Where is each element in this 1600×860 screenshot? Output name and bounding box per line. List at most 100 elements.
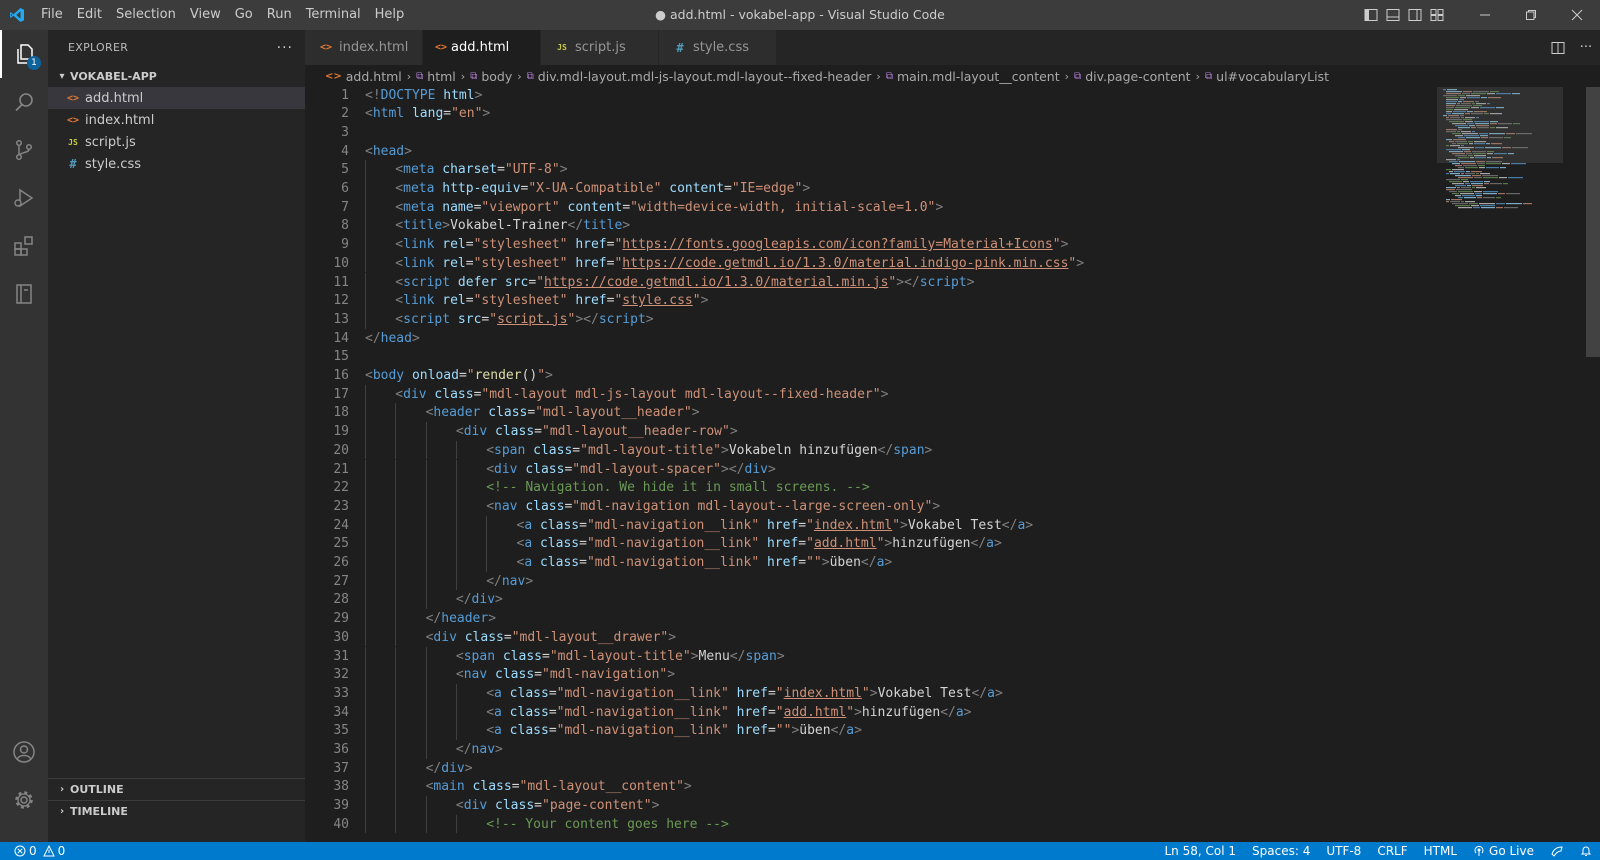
code-line[interactable]: 18 <header class="mdl-layout__header"> (305, 403, 1455, 423)
file-item-script-js[interactable]: JS script.js (48, 131, 305, 153)
customize-layout-icon[interactable] (1426, 0, 1448, 30)
code-line[interactable]: 16 <body onload="render()"> (305, 366, 1455, 385)
breadcrumb-item[interactable]: ⧉ body (470, 69, 512, 84)
code-line[interactable]: 15 (305, 347, 1455, 366)
code-line[interactable]: 13 <script src="script.js"></script> (305, 309, 1455, 329)
code-line[interactable]: 10 <link rel="stylesheet" href="https://c… (305, 253, 1455, 273)
code-line[interactable]: 7 <meta name="viewport" content="width=de… (305, 197, 1455, 217)
breadcrumb-item[interactable]: ⧉ html (416, 69, 456, 84)
code-line[interactable]: 4 <head> (305, 142, 1455, 161)
tab-style-css[interactable]: # style.css (659, 30, 777, 65)
code-line[interactable]: 3 (305, 123, 1455, 142)
code-line[interactable]: 34 <a class="mdl-navigation__link" href="… (305, 702, 1455, 722)
go-live-button[interactable]: Go Live (1465, 842, 1542, 860)
indent-guide (425, 702, 427, 722)
code-line[interactable]: 39 <div class="page-content"> (305, 796, 1455, 815)
code-editor[interactable]: 1 <!DOCTYPE html> 2 <html lang="en"> 3 4 <head… (305, 87, 1600, 842)
more-actions-icon[interactable]: ··· (1572, 30, 1600, 65)
run-debug-icon[interactable] (0, 174, 48, 222)
code-line[interactable]: 40 <!-- Your content goes here --> (305, 814, 1455, 834)
timeline-section[interactable]: › TIMELINE (48, 800, 305, 822)
menu-selection[interactable]: Selection (109, 0, 183, 30)
cursor-position[interactable]: Ln 58, Col 1 (1157, 842, 1245, 860)
breadcrumb-item[interactable]: <> add.html (325, 69, 402, 84)
close-icon[interactable] (1554, 0, 1600, 30)
code-line[interactable]: 14 </head> (305, 329, 1455, 348)
line-ending[interactable]: CRLF (1369, 842, 1415, 860)
code-line[interactable]: 20 <span class="mdl-layout-title">Vokabel… (305, 440, 1455, 460)
scrollbar-thumb[interactable] (1586, 87, 1600, 357)
split-editor-icon[interactable] (1544, 30, 1572, 65)
code-line[interactable]: 1 <!DOCTYPE html> (305, 87, 1455, 105)
search-icon[interactable] (0, 78, 48, 126)
code-line[interactable]: 38 <main class="mdl-layout__content"> (305, 777, 1455, 797)
indentation[interactable]: Spaces: 4 (1244, 842, 1318, 860)
accounts-icon[interactable] (0, 728, 48, 776)
source-control-icon[interactable] (0, 126, 48, 174)
file-item-add-html[interactable]: <> add.html (48, 87, 305, 109)
code-line[interactable]: 2 <html lang="en"> (305, 104, 1455, 123)
menu-run[interactable]: Run (260, 0, 299, 30)
code-line[interactable]: 28 </div> (305, 590, 1455, 610)
code-line[interactable]: 27 </nav> (305, 571, 1455, 591)
toggle-secondary-sidebar-icon[interactable] (1404, 0, 1426, 30)
code-line[interactable]: 31 <span class="mdl-layout-title">Menu</s… (305, 646, 1455, 666)
encoding[interactable]: UTF-8 (1318, 842, 1369, 860)
code-line[interactable]: 6 <meta http-equiv = "X-UA-Compatible" cont… (305, 179, 1455, 198)
code-line[interactable]: 23 <nav class="mdl-navigation mdl-layout-… (305, 496, 1455, 516)
code-line[interactable]: 37 </div> (305, 758, 1455, 778)
notifications-bell-icon[interactable] (1572, 845, 1600, 857)
code-line[interactable]: 36 </nav> (305, 740, 1455, 759)
code-line[interactable]: 25 <a class="mdl-navigation__link" href="… (305, 534, 1455, 553)
breadcrumb-item[interactable]: ⧉ div.page-content (1074, 69, 1191, 84)
file-item-index-html[interactable]: <> index.html (48, 109, 305, 131)
file-item-style-css[interactable]: # style.css (48, 153, 305, 175)
menu-go[interactable]: Go (228, 0, 260, 30)
minimap-slider[interactable] (1437, 87, 1563, 163)
code-line[interactable]: 17 <div class="mdl-layout mdl-js-layout m… (305, 384, 1455, 404)
code-line[interactable]: 8 <title>Vokabel-Trainer</title> (305, 216, 1455, 236)
code-token: "mdl-navigation__link" (556, 704, 729, 720)
code-line[interactable]: 11 <script defer src="https://code.getmdl… (305, 272, 1455, 292)
code-line[interactable]: 12 <link rel="stylesheet" href="style.css… (305, 291, 1455, 310)
settings-gear-icon[interactable] (0, 776, 48, 824)
menu-view[interactable]: View (183, 0, 228, 30)
vertical-scrollbar[interactable] (1586, 87, 1600, 842)
minimize-icon[interactable] (1462, 0, 1508, 30)
more-actions-icon[interactable]: ··· (277, 40, 293, 56)
code-line[interactable]: 32 <nav class="mdl-navigation"> (305, 665, 1455, 684)
code-line[interactable]: 22 <!-- Navigation. We hide it in small s… (305, 478, 1455, 497)
menu-file[interactable]: File (34, 0, 70, 30)
extensions-icon[interactable] (0, 222, 48, 270)
breadcrumb-item[interactable]: ⧉ div.mdl-layout.mdl-js-layout.mdl-layout… (527, 69, 872, 84)
code-line[interactable]: 24 <a class="mdl-navigation__link" href="… (305, 515, 1455, 535)
code-line[interactable]: 35 <a class="mdl-navigation__link" href="… (305, 721, 1455, 740)
breadcrumb-item[interactable]: ⧉ ul#vocabularyList (1205, 69, 1329, 84)
restore-icon[interactable] (1508, 0, 1554, 30)
menu-help[interactable]: Help (368, 0, 412, 30)
tab-add-html[interactable]: <> add.html (423, 30, 541, 65)
explorer-icon[interactable]: 1 (0, 30, 48, 78)
folder-vokabel-app[interactable]: ▾ VOKABEL-APP (48, 65, 305, 87)
code-line[interactable]: 19 <div class="mdl-layout__header-row"> (305, 422, 1455, 441)
code-line[interactable]: 9 <link rel="stylesheet" href="https://fo… (305, 235, 1455, 254)
code-line[interactable]: 29 </header> (305, 609, 1455, 628)
vscode-logo-icon[interactable] (0, 0, 34, 30)
code-line[interactable]: 21 <div class="mdl-layout-spacer"></div> (305, 459, 1455, 479)
toggle-panel-icon[interactable] (1382, 0, 1404, 30)
problems-indicator[interactable]: 0 0 (10, 842, 73, 860)
tab-script-js[interactable]: JS script.js (541, 30, 659, 65)
tab-index-html[interactable]: <> index.html (305, 30, 423, 65)
code-line[interactable]: 26 <a class="mdl-navigation__link" href="… (305, 553, 1455, 572)
remote-explorer-icon[interactable] (0, 270, 48, 318)
code-line[interactable]: 33 <a class="mdl-navigation__link" href="… (305, 683, 1455, 703)
toggle-sidebar-icon[interactable] (1360, 0, 1382, 30)
breadcrumb-item[interactable]: ⧉ main.mdl-layout__content (886, 69, 1060, 84)
feedback-icon[interactable] (1542, 845, 1572, 857)
code-line[interactable]: 5 <meta charset="UTF-8"> (305, 160, 1455, 179)
code-line[interactable]: 30 <div class="mdl-layout__drawer"> (305, 627, 1455, 647)
outline-section[interactable]: › OUTLINE (48, 778, 305, 800)
menu-terminal[interactable]: Terminal (299, 0, 368, 30)
menu-edit[interactable]: Edit (70, 0, 109, 30)
language-mode[interactable]: HTML (1416, 842, 1465, 860)
